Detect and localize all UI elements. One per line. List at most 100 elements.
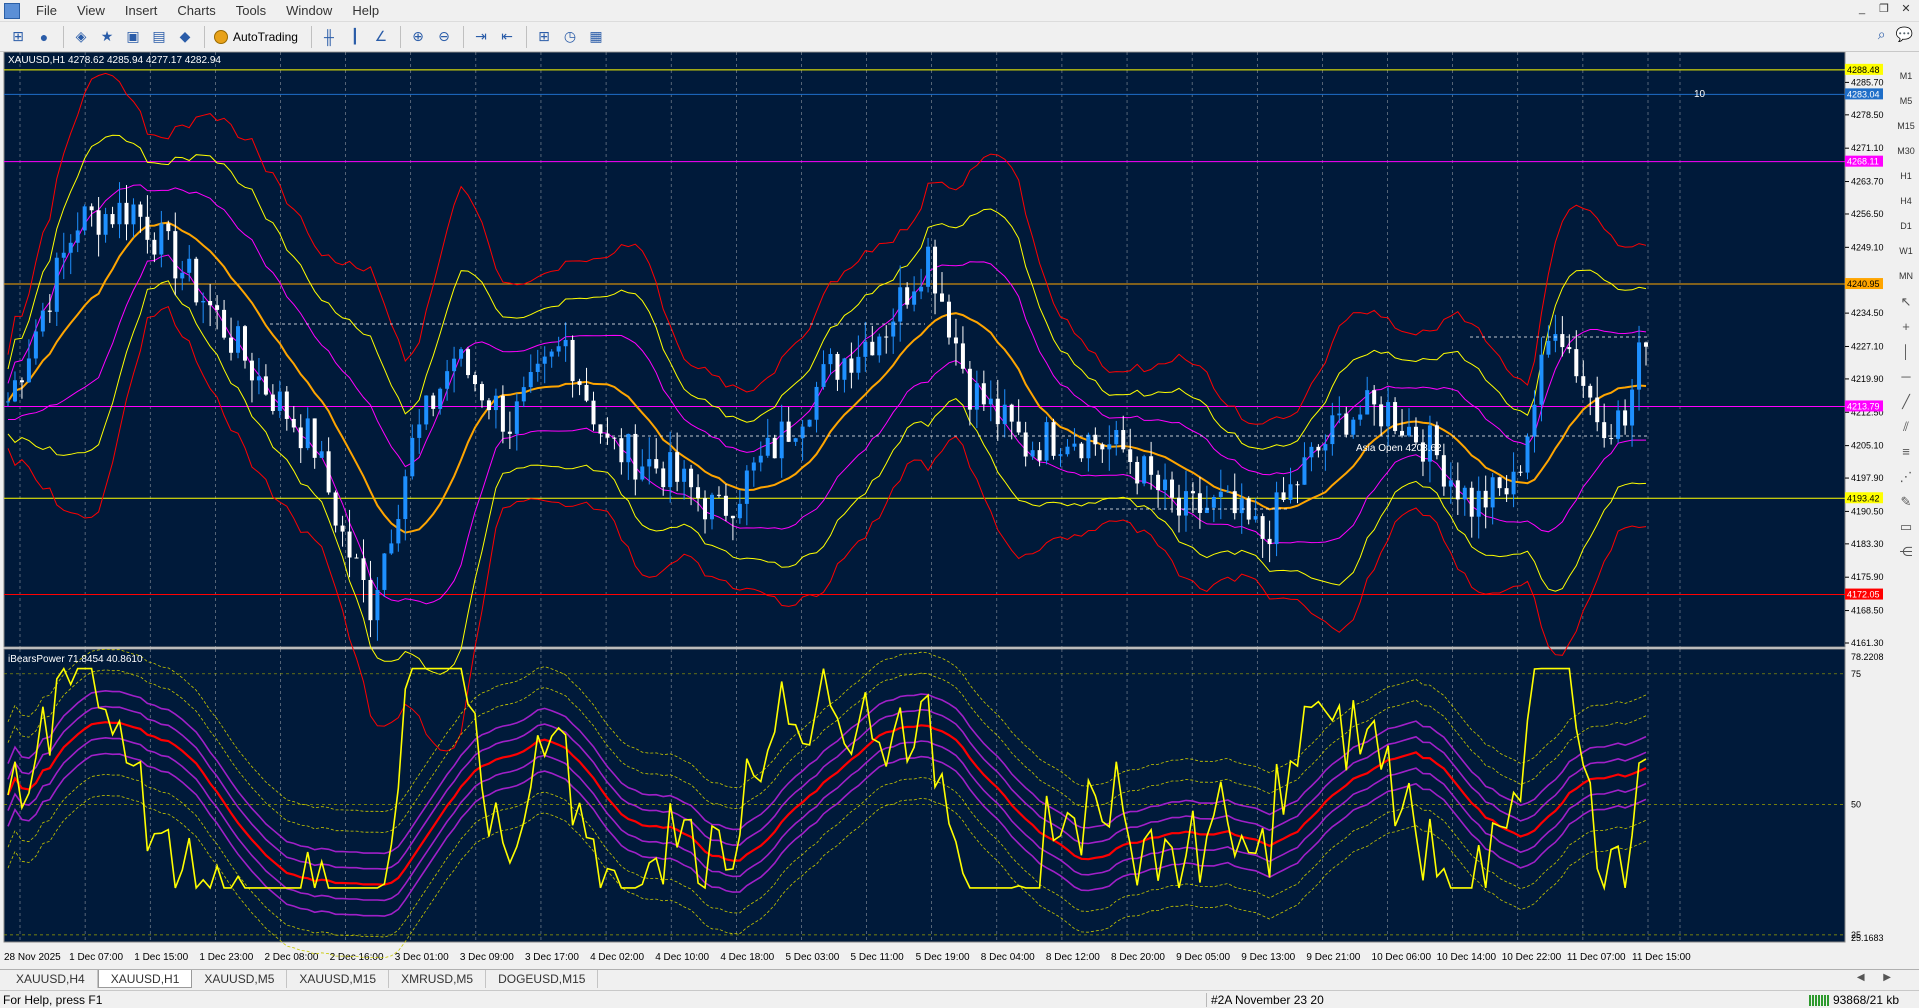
chat-icon[interactable]: 💬 — [1896, 26, 1913, 43]
trendline-icon[interactable]: ╱ — [1902, 389, 1910, 414]
close-icon[interactable]: ✕ — [1899, 2, 1913, 16]
candle-body — [507, 431, 512, 434]
timeframe-w1[interactable]: W1 — [1899, 239, 1913, 264]
menu-window[interactable]: Window — [276, 0, 342, 22]
candle-body — [166, 223, 171, 232]
time-axis-label: 11 Dec 07:00 — [1567, 952, 1626, 963]
menu-charts[interactable]: Charts — [167, 0, 225, 22]
crosshair-icon[interactable]: + — [1902, 314, 1910, 339]
timeframe-h1[interactable]: H1 — [1900, 164, 1912, 189]
candle-body — [187, 258, 192, 273]
candle-body — [1142, 456, 1147, 484]
candlestick-icon[interactable]: ┃ — [343, 25, 367, 49]
candle-body — [1379, 404, 1384, 427]
new-chart-icon[interactable]: ⊞ — [6, 25, 30, 49]
fibonacci-icon[interactable]: ≡ — [1902, 439, 1910, 464]
candle-body — [905, 287, 910, 305]
search-icon[interactable]: ⌕ — [1878, 26, 1886, 43]
tab-xauusd-h4[interactable]: XAUUSD,H4 — [4, 970, 98, 988]
cursor-icon[interactable]: ↖ — [1901, 289, 1912, 314]
candle-body — [619, 438, 624, 463]
minimize-icon[interactable]: _ — [1855, 2, 1869, 16]
candle-body — [12, 380, 17, 402]
price-axis-label: 4168.50 — [1851, 606, 1884, 616]
timeframe-m30[interactable]: M30 — [1897, 139, 1915, 164]
candle-body — [417, 424, 422, 438]
menu-view[interactable]: View — [67, 0, 115, 22]
candle-body — [1400, 430, 1405, 436]
candle-body — [1044, 422, 1049, 461]
time-axis-label: 28 Nov 2025 — [4, 952, 61, 963]
timeframe-m1[interactable]: M1 — [1900, 64, 1913, 89]
price-axis-label: 4263.70 — [1851, 177, 1884, 187]
chart-shift-icon[interactable]: ⇤ — [495, 25, 519, 49]
candle-body — [396, 519, 401, 544]
channel-icon[interactable]: ⫽ — [1903, 414, 1909, 439]
timeframe-mn[interactable]: MN — [1899, 264, 1913, 289]
app-icon — [4, 2, 20, 19]
bar-chart-icon[interactable]: ╫ — [317, 25, 341, 49]
price-axis-label: 4197.90 — [1851, 473, 1884, 483]
chart-canvas[interactable]: 28 Nov 2025 1 Dec 07:00 1 Dec 15:00 1 Dec 2… — [0, 52, 1893, 969]
candle-body — [521, 387, 526, 402]
tab-scroll-arrows[interactable]: ◀ ▶ — [1857, 972, 1899, 983]
menu-file[interactable]: File — [26, 0, 67, 22]
periods-icon[interactable]: ◷ — [558, 25, 582, 49]
timeframe-m15[interactable]: M15 — [1897, 114, 1915, 139]
candle-body — [716, 494, 721, 496]
price-tag-label: 4288.48 — [1847, 65, 1880, 75]
timeframe-d1[interactable]: D1 — [1900, 214, 1912, 239]
candle-body — [1588, 385, 1593, 398]
strategy-tester-icon[interactable]: ◆ — [173, 25, 197, 49]
indicators-icon[interactable]: ⊞ — [532, 25, 556, 49]
candle-body — [284, 391, 289, 419]
candle-body — [1462, 487, 1467, 500]
zoom-out-icon[interactable]: ⊖ — [432, 25, 456, 49]
autotrading-button[interactable]: AutoTrading — [210, 25, 306, 49]
navigator-icon[interactable]: ▣ — [121, 25, 145, 49]
tab-xauusd-m15[interactable]: XAUUSD,M15 — [287, 970, 390, 988]
candle-body — [1469, 487, 1474, 517]
candle-body — [1295, 484, 1300, 486]
menu-help[interactable]: Help — [342, 0, 389, 22]
timeframe-h4[interactable]: H4 — [1900, 189, 1912, 214]
candle-body — [347, 531, 352, 558]
tab-xauusd-h1[interactable]: XAUUSD,H1 — [97, 970, 193, 988]
candle-body — [403, 476, 408, 520]
restore-icon[interactable]: ❐ — [1877, 2, 1891, 16]
zoom-in-icon[interactable]: ⊕ — [406, 25, 430, 49]
tab-xmrusd-m5[interactable]: XMRUSD,M5 — [389, 970, 487, 988]
gann-icon[interactable]: ⋰ — [1900, 464, 1913, 489]
menu-insert[interactable]: Insert — [115, 0, 168, 22]
autoscroll-icon[interactable]: ⇥ — [469, 25, 493, 49]
candle-body — [807, 419, 812, 427]
templates-icon[interactable]: ▦ — [584, 25, 608, 49]
profiles-icon[interactable]: ● — [32, 25, 56, 49]
menu-tools[interactable]: Tools — [226, 0, 276, 22]
candle-body — [1637, 342, 1642, 390]
tab-dogeusd-m15[interactable]: DOGEUSD,M15 — [486, 970, 599, 988]
candle-body — [1483, 490, 1488, 508]
candle-body — [375, 589, 380, 621]
traffic-text: 93868/21 kb — [1832, 993, 1899, 1007]
chart-window[interactable]: 28 Nov 2025 1 Dec 07:00 1 Dec 15:00 1 Dec 2… — [0, 52, 1919, 978]
terminal-icon[interactable]: ▤ — [147, 25, 171, 49]
candle-body — [1100, 444, 1105, 450]
vertical-line-icon[interactable]: │ — [1902, 339, 1910, 364]
candle-body — [1274, 492, 1279, 545]
price-axis-label: 4285.70 — [1851, 77, 1884, 87]
horizontal-line-icon[interactable]: ─ — [1901, 364, 1910, 389]
data-window-icon[interactable]: ★ — [95, 25, 119, 49]
line-chart-icon[interactable]: ∠ — [369, 25, 393, 49]
rectangle-icon[interactable]: ▭ — [1900, 514, 1912, 539]
candle-body — [236, 326, 241, 353]
pencil-icon[interactable]: ✎ — [1901, 489, 1912, 514]
candle-body — [967, 368, 972, 410]
market-watch-icon[interactable]: ◈ — [69, 25, 93, 49]
fib-fan-icon[interactable]: ⋲ — [1900, 539, 1913, 564]
candle-body — [1051, 422, 1056, 456]
tab-xauusd-m5[interactable]: XAUUSD,M5 — [192, 970, 288, 988]
timeframe-m5[interactable]: M5 — [1900, 89, 1913, 114]
price-axis-label: 4278.50 — [1851, 110, 1884, 120]
candle-body — [6, 401, 10, 403]
